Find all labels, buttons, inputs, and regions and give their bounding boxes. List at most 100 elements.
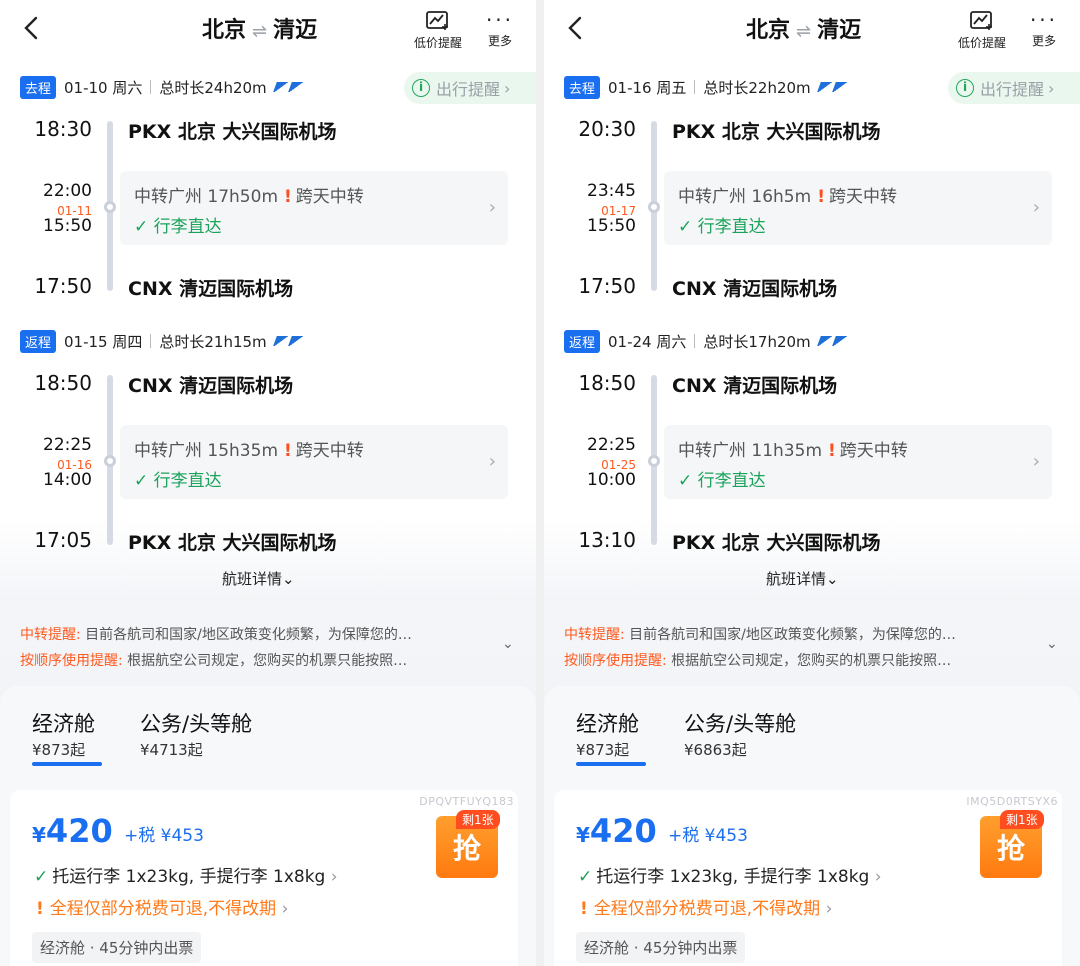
return-departure-time: 18:50 [578, 371, 636, 395]
chevron-right-icon: › [488, 197, 496, 218]
outbound-date: 01-10 周六 [64, 78, 143, 97]
transfer-info-card[interactable]: 中转广州 16h5m! 跨天中转 ✓ 行李直达 › [664, 171, 1052, 245]
origin-city: 北京 [202, 18, 247, 43]
refund-policy[interactable]: ! 全程仅部分税费可退,不得改期 › [580, 894, 832, 919]
fare-price-value: 420 [45, 812, 113, 850]
baggage-allowance[interactable]: ✓ 托运行李 1x23kg, 手提行李 1x8kg › [34, 862, 338, 887]
flight-panel-right: 北京 ⇌ 清迈 低价提醒 ··· 更多 去程 01-16 周五 总时长22h20m … [544, 0, 1080, 966]
baggage-allowance[interactable]: ✓ 托运行李 1x23kg, 手提行李 1x8kg › [578, 862, 882, 887]
destination-city: 清迈 [817, 18, 862, 43]
check-icon: ✓ [134, 217, 154, 237]
flight-panel-left: 北京 ⇌ 清迈 低价提醒 ··· 更多 去程 01-10 周六 总时长24h20m … [0, 0, 536, 966]
flight-details-toggle[interactable]: 航班详情⌄ [766, 568, 839, 589]
chevron-right-icon: › [825, 899, 833, 919]
check-icon: ✓ [578, 867, 593, 887]
flight-details-toggle[interactable]: 航班详情⌄ [222, 568, 295, 589]
chevron-right-icon: › [1032, 197, 1040, 218]
more-button[interactable]: ··· 更多 [470, 10, 530, 49]
transfer-dot [104, 455, 116, 467]
return-arrival-time: 13:10 [578, 528, 636, 552]
return-departure-airport: CNX 清迈国际机场 [672, 375, 838, 397]
return-transfer-departure-time: 10:00 [587, 470, 636, 490]
fare-tax: +税 ¥453 [668, 826, 748, 846]
outbound-summary: 去程 01-10 周六 总时长24h20m [20, 73, 305, 101]
arrival-airport: CNX 清迈国际机场 [128, 278, 294, 300]
travel-tip-button[interactable]: i 出行提醒 › [404, 72, 536, 104]
warning-icon: ! [284, 441, 292, 461]
transfer-notice-label: 中转提醒: [20, 627, 81, 643]
sequence-notice-label: 按顺序使用提醒: [564, 653, 667, 669]
airline-logo-icon [272, 336, 305, 346]
transfer-text: 中转广州 11h35m [678, 441, 823, 461]
outbound-date: 01-16 周五 [608, 78, 687, 97]
transfer-info-card[interactable]: 中转广州 17h50m! 跨天中转 ✓ 行李直达 › [120, 171, 508, 245]
travel-tip-button[interactable]: i 出行提醒 › [948, 72, 1080, 104]
transfer-text: 中转广州 16h5m [678, 187, 812, 207]
transfer-line: 中转广州 16h5m! 跨天中转 [678, 182, 897, 207]
return-transfer-info-card[interactable]: 中转广州 11h35m! 跨天中转 ✓ 行李直达 › [664, 425, 1052, 499]
sequence-notice: 按顺序使用提醒: 根据航空公司规定，您购买的机票只能按照… [564, 650, 951, 670]
fare-price: ¥420 [576, 812, 657, 850]
outbound-duration: 总时长22h20m [703, 78, 811, 97]
refund-policy-text: 全程仅部分税费可退,不得改期 [49, 899, 277, 919]
transfer-text: 中转广州 15h35m [134, 441, 279, 461]
price-alert-button[interactable]: 低价提醒 [952, 10, 1012, 51]
outbound-tag: 去程 [564, 75, 601, 99]
chevron-right-icon: › [330, 867, 338, 887]
return-transfer-departure-time: 14:00 [43, 470, 92, 490]
return-departure-time: 18:50 [34, 371, 92, 395]
return-transfer-info-card[interactable]: 中转广州 15h35m! 跨天中转 ✓ 行李直达 › [120, 425, 508, 499]
arrival-time: 17:50 [578, 274, 636, 298]
transfer-text: 中转广州 17h50m [134, 187, 279, 207]
back-arrow-icon[interactable] [562, 14, 590, 42]
return-duration: 总时长21h15m [159, 332, 267, 351]
baggage-through-line: ✓ 行李直达 [134, 466, 222, 491]
warning-icon: ! [284, 187, 292, 207]
refund-policy-text: 全程仅部分税费可退,不得改期 [593, 899, 821, 919]
tab-business[interactable]: 公务/头等舱 [684, 708, 796, 738]
more-button[interactable]: ··· 更多 [1014, 10, 1074, 49]
departure-time: 20:30 [578, 117, 636, 141]
tab-economy[interactable]: 经济舱 [32, 708, 95, 738]
currency-symbol: ¥ [576, 823, 590, 847]
return-transfer-arrival-time: 22:25 [43, 435, 92, 455]
transfer-dot [648, 201, 660, 213]
price-trend-icon [426, 11, 448, 30]
transfer-notice-text: 目前各航司和国家/地区政策变化频繁，为保障您的… [629, 627, 956, 643]
baggage-allowance-text: 托运行李 1x23kg, 手提行李 1x8kg [596, 867, 870, 887]
transfer-line: 中转广州 11h35m! 跨天中转 [678, 436, 908, 461]
return-date: 01-15 周四 [64, 332, 143, 351]
transfer-notice-text: 目前各航司和国家/地区政策变化频繁，为保障您的… [85, 627, 412, 643]
business-price: ¥6863起 [684, 741, 747, 759]
transfer-notice: 中转提醒: 目前各航司和国家/地区政策变化频繁，为保障您的… [20, 624, 412, 644]
check-icon: ✓ [678, 471, 698, 491]
warning-icon: ! [828, 441, 836, 461]
economy-price: ¥873起 [576, 741, 630, 759]
return-departure-airport: CNX 清迈国际机场 [128, 375, 294, 397]
remaining-seats-badge: 剩1张 [1000, 810, 1044, 829]
price-alert-button[interactable]: 低价提醒 [408, 10, 468, 51]
refund-policy[interactable]: ! 全程仅部分税费可退,不得改期 › [36, 894, 288, 919]
baggage-through-line: ✓ 行李直达 [678, 466, 766, 491]
baggage-through-text: 行李直达 [697, 217, 766, 237]
chevron-right-icon: › [488, 451, 496, 472]
business-price: ¥4713起 [140, 741, 203, 759]
tab-business[interactable]: 公务/头等舱 [140, 708, 252, 738]
info-icon: i [956, 79, 974, 97]
expand-notices-icon[interactable]: ⌄ [502, 636, 514, 652]
more-label: 更多 [487, 34, 512, 48]
transfer-line: 中转广州 15h35m! 跨天中转 [134, 436, 364, 461]
expand-notices-icon[interactable]: ⌄ [1046, 636, 1058, 652]
transfer-departure-time: 15:50 [587, 216, 636, 236]
outbound-summary: 去程 01-16 周五 总时长22h20m [564, 73, 849, 101]
back-arrow-icon[interactable] [18, 14, 46, 42]
baggage-through-line: ✓ 行李直达 [678, 212, 766, 237]
chevron-right-icon: › [874, 867, 882, 887]
return-summary: 返程 01-15 周四 总时长21h15m [20, 327, 305, 355]
fare-price-value: 420 [589, 812, 657, 850]
transfer-warning: 跨天中转 [828, 187, 897, 207]
tab-economy[interactable]: 经济舱 [576, 708, 639, 738]
warning-icon: ! [580, 899, 588, 919]
departure-airport: PKX 北京 大兴国际机场 [128, 121, 337, 143]
chevron-down-icon: ⌄ [282, 570, 295, 588]
